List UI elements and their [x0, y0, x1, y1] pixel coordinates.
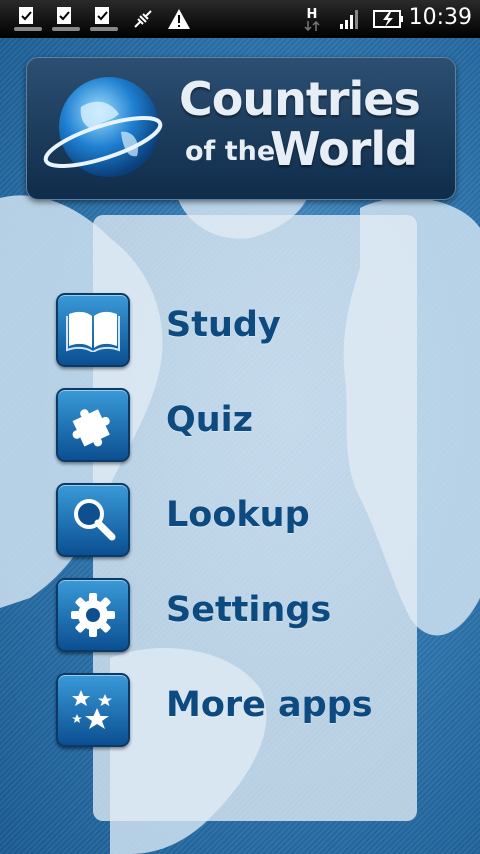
app-title-world: World: [270, 122, 418, 176]
download-complete-icon[interactable]: [50, 6, 82, 32]
menu-label-quiz: Quiz: [166, 400, 254, 440]
puzzle-icon[interactable]: [56, 388, 130, 462]
menu-item-study[interactable]: Study: [56, 293, 436, 367]
menu-label-settings: Settings: [166, 590, 332, 630]
menu-label-more-apps: More apps: [166, 685, 373, 725]
menu-label-lookup: Lookup: [166, 495, 310, 535]
network-h-icon: H: [300, 6, 324, 32]
gear-icon[interactable]: [56, 578, 130, 652]
magnifier-icon[interactable]: [56, 483, 130, 557]
download-complete-icon[interactable]: [12, 6, 44, 32]
menu-label-study: Study: [166, 305, 281, 345]
download-complete-icon[interactable]: [88, 6, 120, 32]
menu-item-quiz[interactable]: Quiz: [56, 388, 436, 462]
clock-time: 10:39: [408, 5, 472, 30]
menu-item-more-apps[interactable]: More apps: [56, 673, 436, 747]
network-type-label: H: [306, 6, 318, 22]
app-title-banner: Countries of the World: [26, 57, 456, 200]
app-title-of-the: of the: [185, 136, 276, 167]
stars-icon[interactable]: [56, 673, 130, 747]
app-title-line1: Countries: [179, 72, 421, 126]
usb-debug-icon[interactable]: [130, 6, 156, 32]
status-bar: H 10:39: [0, 0, 480, 38]
menu-item-lookup[interactable]: Lookup: [56, 483, 436, 557]
book-icon[interactable]: [56, 293, 130, 367]
battery-charging-icon: [372, 6, 406, 32]
globe-icon: [41, 72, 166, 191]
signal-icon: [338, 6, 362, 32]
menu-item-settings[interactable]: Settings: [56, 578, 436, 652]
warning-icon[interactable]: [166, 6, 192, 32]
